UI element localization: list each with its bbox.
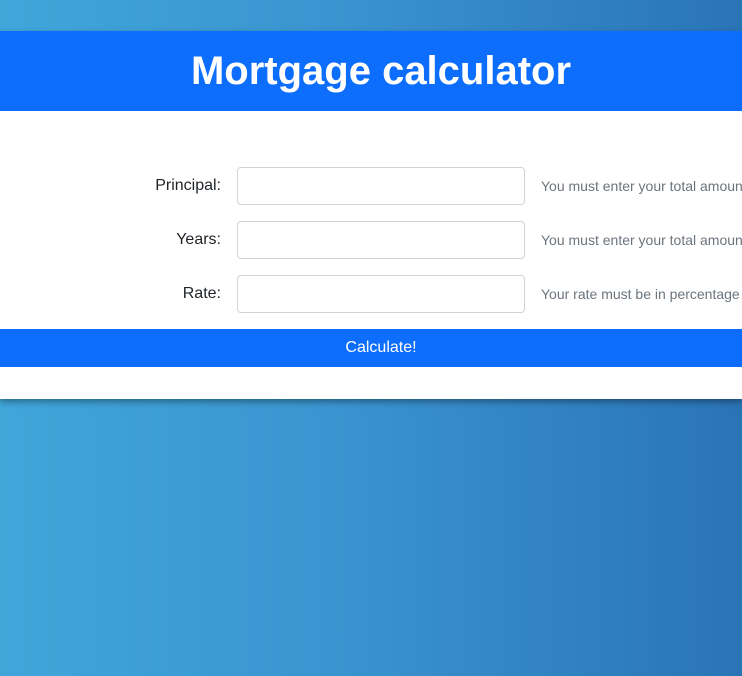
rate-help-text: Your rate must be in percentage bbox=[541, 286, 740, 302]
years-label: Years: bbox=[176, 231, 221, 248]
card-content: Mortgage calculator Principal: You must … bbox=[0, 31, 742, 399]
calculator-card: Mortgage calculator Principal: You must … bbox=[0, 31, 742, 399]
rate-label: Rate: bbox=[182, 285, 221, 302]
rate-input[interactable] bbox=[237, 275, 525, 313]
rate-row: Rate: Your rate must be in percentage bbox=[0, 275, 742, 313]
principal-label: Principal: bbox=[155, 177, 221, 194]
years-row: Years: You must enter your total amount bbox=[0, 221, 742, 259]
principal-row: Principal: You must enter your total amo… bbox=[0, 167, 742, 205]
page-title: Mortgage calculator bbox=[190, 49, 572, 93]
principal-help-text: You must enter your total amount bbox=[541, 178, 742, 194]
years-help-text: You must enter your total amount bbox=[541, 232, 742, 248]
calculate-button[interactable]: Calculate! bbox=[0, 329, 742, 367]
principal-input[interactable] bbox=[237, 167, 525, 205]
years-input[interactable] bbox=[237, 221, 525, 259]
header-bar: Mortgage calculator bbox=[0, 31, 742, 111]
